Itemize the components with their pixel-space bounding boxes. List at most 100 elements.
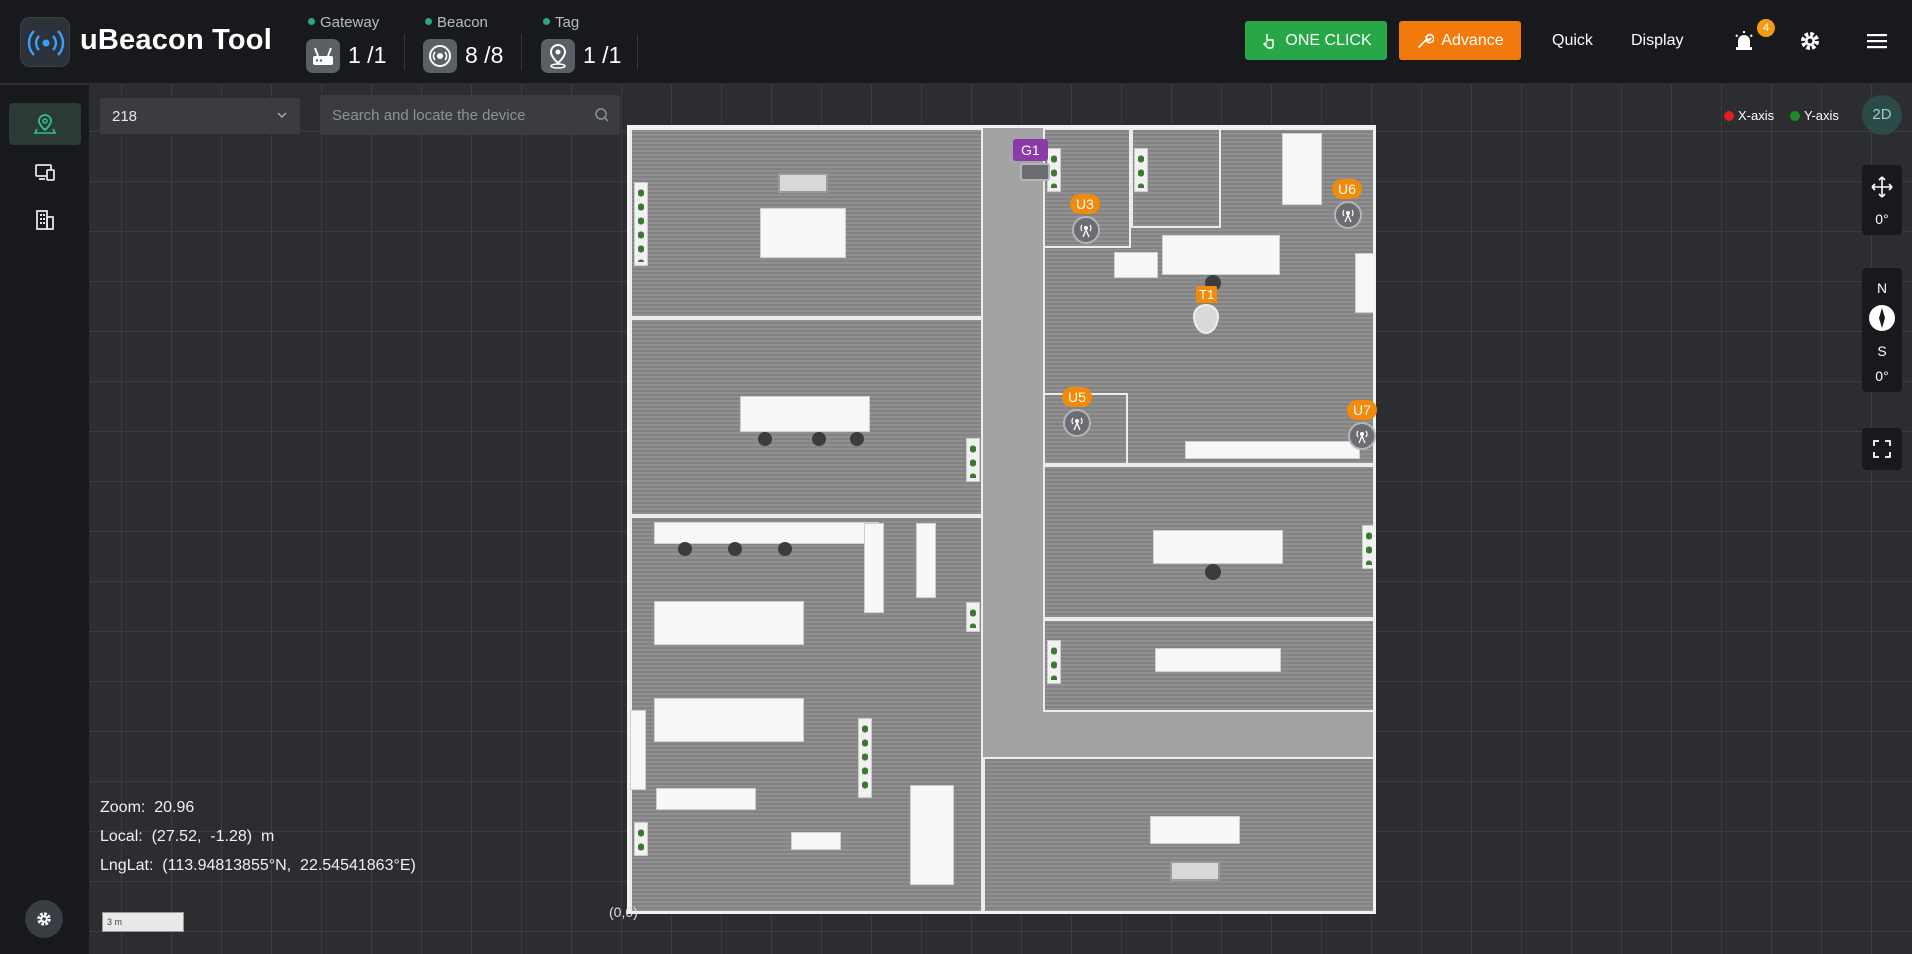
lnglat-readout: LngLat: (113.94813855°N, 22.54541863°E) (100, 857, 416, 875)
rotation-control[interactable]: 0° (1862, 165, 1902, 235)
fullscreen-button[interactable] (1862, 428, 1902, 470)
desk (864, 523, 884, 613)
app-title: uBeacon Tool (80, 24, 272, 56)
gateway-label: Gateway (308, 14, 379, 31)
quick-link[interactable]: Quick (1552, 32, 1593, 50)
device-search (320, 95, 620, 135)
sofa (778, 173, 828, 193)
stat-divider (637, 34, 638, 70)
desk (1153, 530, 1283, 564)
one-click-button[interactable]: ONE CLICK (1245, 21, 1387, 60)
plant (1362, 525, 1373, 569)
desk (1185, 441, 1360, 459)
beacon-marker-label[interactable]: U6 (1332, 179, 1362, 199)
display-link[interactable]: Display (1631, 32, 1683, 50)
sidebar-item-map[interactable] (9, 103, 81, 145)
sidebar-settings-button[interactable] (25, 900, 63, 938)
plant (634, 182, 648, 266)
sidebar-item-buildings[interactable] (9, 199, 81, 241)
y-axis-legend: Y-axis (1790, 108, 1839, 123)
fullscreen-icon (1873, 440, 1891, 458)
floor-select[interactable]: 218 (100, 98, 300, 134)
move-arrows-icon[interactable] (1870, 175, 1894, 199)
lnglat-value: (113.94813855°N, 22.54541863°E) (162, 857, 416, 874)
x-axis-legend: X-axis (1724, 108, 1774, 123)
chevron-down-icon (277, 112, 287, 119)
beacon-marker-label[interactable]: U7 (1347, 400, 1377, 420)
beacon-label: Beacon (425, 14, 488, 31)
beacon-marker-label[interactable]: U5 (1062, 387, 1092, 407)
compass-icon[interactable] (1869, 305, 1895, 331)
rotation-value: 0° (1875, 211, 1889, 227)
plant (858, 718, 872, 798)
desk (1282, 133, 1322, 205)
beacon-marker-label[interactable]: U3 (1070, 194, 1100, 214)
chair (850, 432, 864, 446)
sofa (1170, 861, 1220, 881)
floor-plan[interactable] (627, 125, 1376, 914)
beacon-icon[interactable] (1348, 422, 1376, 450)
desk (740, 396, 870, 432)
tag-count: 1 /1 (583, 42, 622, 68)
zoom-readout: Zoom: 20.96 (100, 799, 194, 817)
signal-logo-icon (27, 30, 65, 56)
compass-degree: 0° (1875, 368, 1889, 384)
scale-bar: 3 m (102, 912, 184, 932)
desk (916, 523, 936, 598)
beacon-icon (423, 39, 457, 73)
tag-label: Tag (543, 14, 579, 31)
alarm-bell-icon[interactable] (1729, 26, 1759, 56)
stat-divider (521, 34, 522, 70)
stat-divider (404, 34, 405, 70)
left-sidebar (0, 85, 89, 954)
advance-label: Advance (1441, 31, 1504, 49)
sidebar-item-devices[interactable] (9, 151, 81, 193)
advance-button[interactable]: Advance (1399, 21, 1521, 60)
corridor (983, 710, 1373, 757)
beacon-icon[interactable] (1063, 409, 1091, 437)
compass-control[interactable]: N S 0° (1862, 268, 1902, 392)
compass-south: S (1877, 343, 1887, 359)
app-logo (20, 17, 70, 67)
beacon-icon[interactable] (1072, 216, 1100, 244)
view-mode-toggle[interactable]: 2D (1862, 95, 1902, 135)
chair (678, 542, 692, 556)
desk (791, 832, 841, 850)
gear-icon[interactable] (1795, 26, 1825, 56)
gateway-marker-label[interactable]: G1 (1013, 139, 1048, 161)
desk (760, 208, 846, 258)
devices-icon (35, 164, 55, 181)
menu-icon[interactable] (1862, 26, 1892, 56)
gateway-count: 1 /1 (348, 42, 387, 68)
map-pin-icon (33, 114, 57, 134)
building-icon (36, 210, 54, 230)
beacon-icon[interactable] (1334, 201, 1362, 229)
plant (966, 602, 980, 632)
chair (1205, 564, 1221, 580)
search-icon[interactable] (594, 107, 610, 123)
tag-pin-icon (541, 39, 575, 73)
desk (1355, 253, 1373, 313)
plant (966, 438, 980, 482)
router-icon[interactable] (1020, 163, 1050, 181)
compass-north: N (1876, 280, 1888, 296)
one-click-label: ONE CLICK (1285, 31, 1372, 49)
zoom-value: 20.96 (154, 799, 195, 816)
device-search-input[interactable] (320, 95, 580, 135)
beacon-count: 8 /8 (465, 42, 504, 68)
desk (910, 785, 954, 885)
hand-pointer-icon (1263, 33, 1275, 49)
plant (634, 822, 648, 856)
wrench-icon (1418, 33, 1435, 48)
plant (1134, 148, 1148, 192)
desk (1150, 816, 1240, 844)
chair (728, 542, 742, 556)
desk (1114, 252, 1158, 278)
lnglat-label: LngLat: (100, 857, 154, 874)
chair (812, 432, 826, 446)
notification-badge: 4 (1757, 19, 1775, 37)
local-label: Local: (100, 828, 143, 845)
desk (1155, 648, 1281, 672)
tag-marker-label[interactable]: T1 (1196, 286, 1218, 303)
desk (656, 788, 756, 810)
